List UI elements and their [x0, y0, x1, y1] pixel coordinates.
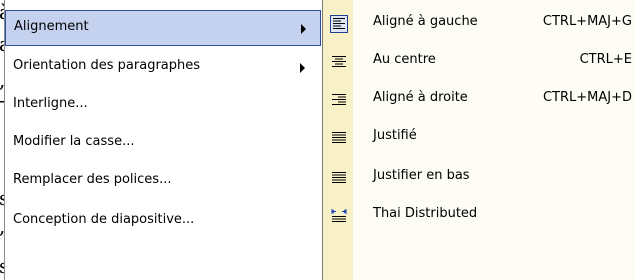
align-center-icon	[330, 53, 348, 71]
menu-item-label: Remplacer des polices...	[13, 172, 172, 187]
menu-item-label: Interligne...	[13, 96, 88, 111]
submenu-item-justify[interactable]: Justifié	[323, 120, 634, 156]
thai-distributed-icon	[330, 207, 348, 225]
alignment-submenu: Aligné à gauche CTRL+MAJ+G Au centre CTR…	[322, 0, 634, 280]
submenu-item-label: Aligné à gauche	[373, 14, 478, 29]
justify-low-icon	[330, 169, 348, 187]
shortcut-label: CTRL+E	[579, 52, 632, 67]
submenu-item-thai-distributed[interactable]: Thai Distributed	[323, 198, 634, 234]
menu-item-label: Alignement	[14, 19, 89, 34]
align-left-icon	[330, 15, 348, 33]
submenu-item-align-right[interactable]: Aligné à droite CTRL+MAJ+D	[323, 82, 634, 118]
menu-item-label: Orientation des paragraphes	[13, 58, 201, 73]
menu-item-label: Conception de diapositive...	[13, 212, 195, 227]
justify-icon	[330, 129, 348, 147]
submenu-item-align-left[interactable]: Aligné à gauche CTRL+MAJ+G	[323, 6, 634, 42]
submenu-item-label: Thai Distributed	[373, 206, 478, 221]
submenu-item-label: Justifier en bas	[373, 168, 470, 183]
menu-item-alignement[interactable]: Alignement	[5, 10, 321, 46]
menu-item-conception-diapositive[interactable]: Conception de diapositive...	[5, 204, 321, 240]
submenu-arrow-icon	[300, 63, 305, 73]
submenu-item-align-center[interactable]: Au centre CTRL+E	[323, 44, 634, 80]
format-menu: Alignement Orientation des paragraphes I…	[4, 0, 323, 280]
submenu-arrow-icon	[301, 24, 306, 34]
submenu-item-justify-low[interactable]: Justifier en bas	[323, 160, 634, 196]
menu-item-orientation-paragraphes[interactable]: Orientation des paragraphes	[5, 50, 321, 86]
menu-item-remplacer-polices[interactable]: Remplacer des polices...	[5, 164, 321, 200]
shortcut-label: CTRL+MAJ+G	[542, 14, 632, 29]
submenu-item-label: Aligné à droite	[373, 90, 468, 105]
menu-item-modifier-casse[interactable]: Modifier la casse...	[5, 126, 321, 162]
menu-item-interligne[interactable]: Interligne...	[5, 88, 321, 124]
menu-item-label: Modifier la casse...	[13, 134, 135, 149]
shortcut-label: CTRL+MAJ+D	[542, 90, 632, 105]
submenu-item-label: Justifié	[373, 128, 417, 143]
submenu-item-label: Au centre	[373, 52, 436, 67]
align-right-icon	[330, 91, 348, 109]
